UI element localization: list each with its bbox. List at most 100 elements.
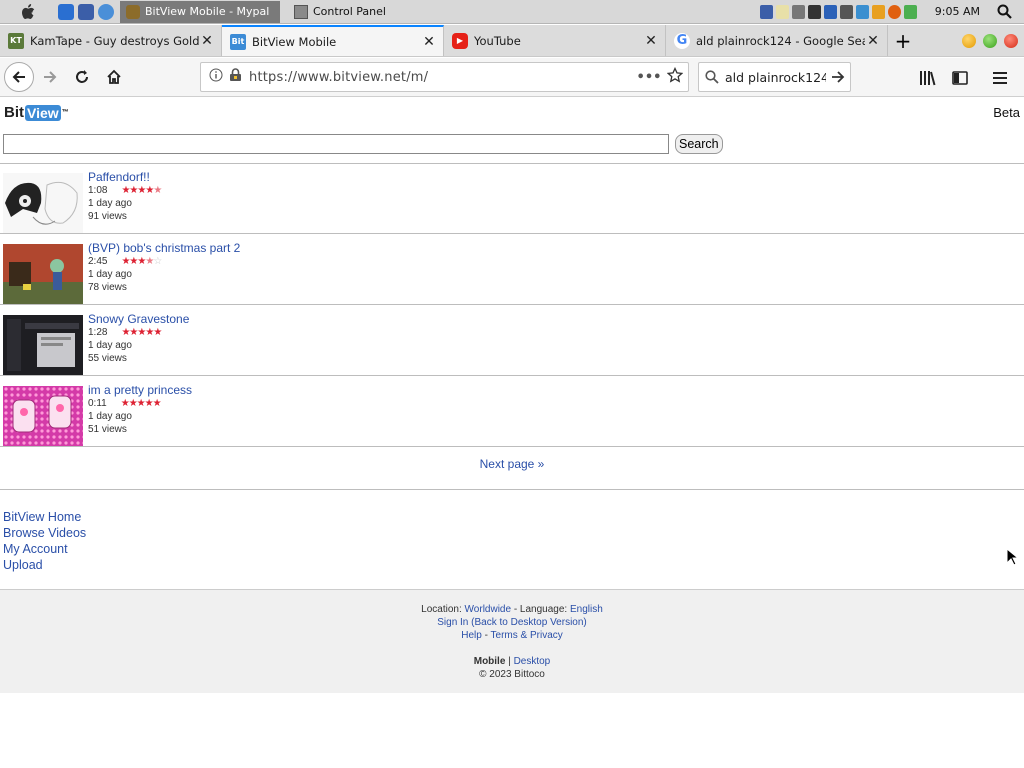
minimize-icon[interactable] bbox=[962, 33, 976, 48]
video-title-link[interactable]: Snowy Gravestone bbox=[88, 312, 189, 326]
search-button[interactable]: Search bbox=[675, 134, 723, 154]
back-icon[interactable] bbox=[4, 62, 34, 92]
list-item: im a pretty princess 0:11 ★★★★★ 1 day ago… bbox=[0, 376, 1024, 447]
video-age: 1 day ago bbox=[88, 269, 132, 280]
footer-location-row: Location: Worldwide - Language: English bbox=[0, 603, 1024, 616]
search-icon[interactable] bbox=[994, 2, 1014, 22]
close-window-icon[interactable] bbox=[1004, 33, 1018, 48]
logo-bit: Bit bbox=[4, 104, 24, 121]
tray-icon[interactable] bbox=[903, 4, 917, 19]
taskbar-item-control-panel[interactable]: Control Panel bbox=[288, 1, 418, 23]
link-bitview-home[interactable]: BitView Home bbox=[3, 509, 86, 525]
language-link[interactable]: English bbox=[570, 604, 603, 615]
forward-icon[interactable] bbox=[34, 61, 66, 93]
url-bar[interactable]: https://www.bitview.net/m/ ••• bbox=[200, 62, 689, 92]
video-duration: 0:11 bbox=[88, 398, 107, 409]
tray-icon[interactable] bbox=[775, 4, 789, 19]
tab-google-search[interactable]: G ald plainrock124 - Google Search ✕ bbox=[666, 25, 888, 56]
close-icon[interactable]: ✕ bbox=[421, 34, 437, 50]
tray-icon[interactable] bbox=[791, 4, 805, 19]
video-title-link[interactable]: Paffendorf!! bbox=[88, 170, 161, 184]
language-label: - Language: bbox=[511, 604, 568, 615]
sign-in-link[interactable]: Sign In (Back to Desktop Version) bbox=[0, 616, 1024, 629]
info-icon[interactable] bbox=[209, 68, 227, 86]
tray-icon[interactable] bbox=[759, 4, 773, 19]
video-title-link[interactable]: im a pretty princess bbox=[88, 383, 192, 397]
library-icon[interactable] bbox=[912, 62, 944, 94]
location-link[interactable]: Worldwide bbox=[465, 604, 512, 615]
tab-title: ald plainrock124 - Google Search bbox=[696, 33, 865, 48]
tab-youtube[interactable]: ▶ YouTube ✕ bbox=[444, 25, 666, 56]
video-search-form: Search bbox=[3, 134, 723, 154]
tab-bitview-mobile[interactable]: Bit BitView Mobile ✕ bbox=[222, 25, 444, 56]
url-text: https://www.bitview.net/m/ bbox=[249, 69, 429, 85]
close-icon[interactable]: ✕ bbox=[865, 33, 881, 49]
video-list: Paffendorf!! 1:08 ★★★★★ 1 day ago 91 view… bbox=[0, 163, 1024, 447]
media-launch-icon[interactable] bbox=[98, 3, 114, 20]
tray-icon[interactable] bbox=[855, 4, 869, 19]
video-search-input[interactable] bbox=[3, 134, 669, 154]
lock-icon[interactable] bbox=[229, 68, 245, 86]
video-meta-row: 2:45 ★★★★☆ bbox=[88, 255, 240, 268]
video-meta-row: 1:28 ★★★★★ bbox=[88, 326, 189, 339]
taskbar-item-bitview[interactable]: BitView Mobile - Mypal bbox=[120, 0, 280, 23]
help-link[interactable]: Help bbox=[461, 630, 482, 641]
video-title-link[interactable]: (BVP) bob's christmas part 2 bbox=[88, 241, 240, 255]
apple-menu-icon[interactable] bbox=[16, 0, 40, 24]
video-age: 1 day ago bbox=[88, 198, 132, 209]
home-icon[interactable] bbox=[98, 61, 130, 93]
video-views: 51 views bbox=[88, 424, 127, 435]
bitview-logo[interactable]: Bit View ™ bbox=[4, 104, 69, 121]
tab-title: KamTape - Guy destroys Golden G bbox=[30, 33, 199, 48]
trademark-mark: ™ bbox=[61, 109, 69, 116]
page-actions-icon[interactable]: ••• bbox=[636, 70, 662, 85]
desktop-version-link[interactable]: Desktop bbox=[514, 656, 551, 667]
close-icon[interactable]: ✕ bbox=[643, 33, 659, 49]
link-browse-videos[interactable]: Browse Videos bbox=[3, 525, 86, 541]
mobile-version-label: Mobile bbox=[473, 656, 506, 667]
rating-stars-icon: ★★★★★ bbox=[121, 327, 162, 338]
tray-icon[interactable] bbox=[887, 4, 901, 19]
new-tab-icon[interactable]: + bbox=[888, 25, 918, 56]
video-thumbnail[interactable] bbox=[3, 386, 83, 446]
tray-icon[interactable] bbox=[839, 4, 853, 19]
video-thumbnail[interactable] bbox=[3, 244, 83, 304]
menu-icon[interactable] bbox=[984, 62, 1016, 94]
video-views: 78 views bbox=[88, 282, 127, 293]
copyright-text: © 2023 Bittoco bbox=[479, 669, 545, 680]
quick-launch bbox=[58, 3, 114, 20]
youtube-favicon-icon: ▶ bbox=[452, 32, 468, 49]
video-thumbnail[interactable] bbox=[3, 315, 83, 375]
link-upload[interactable]: Upload bbox=[3, 557, 86, 573]
video-duration: 2:45 bbox=[88, 256, 108, 267]
footer-version-row: Mobile | Desktop bbox=[473, 656, 551, 667]
video-age: 1 day ago bbox=[88, 411, 132, 422]
bookmark-star-icon[interactable] bbox=[662, 66, 688, 87]
reload-icon[interactable] bbox=[66, 61, 98, 93]
tray-icon[interactable] bbox=[871, 4, 885, 19]
terms-link[interactable]: Terms & Privacy bbox=[491, 630, 563, 641]
video-info: (BVP) bob's christmas part 2 2:45 ★★★★☆ 1… bbox=[88, 241, 240, 294]
tab-kamtape[interactable]: KT KamTape - Guy destroys Golden G ✕ bbox=[0, 25, 222, 56]
logo-view: View bbox=[25, 104, 61, 121]
location-label: Location: bbox=[421, 604, 462, 615]
link-my-account[interactable]: My Account bbox=[3, 541, 86, 557]
kamtape-favicon-icon: KT bbox=[8, 32, 24, 49]
clock[interactable]: 9:05 AM bbox=[935, 5, 980, 18]
maximize-icon[interactable] bbox=[983, 33, 997, 48]
browser-launch-icon[interactable] bbox=[58, 3, 74, 20]
sidebar-icon[interactable] bbox=[944, 62, 976, 94]
tray-icon[interactable] bbox=[823, 4, 837, 19]
bottom-nav-links: BitView Home Browse Videos My Account Up… bbox=[3, 509, 86, 573]
window-launch-icon[interactable] bbox=[78, 3, 94, 20]
rating-stars-icon: ★★★★★ bbox=[120, 398, 162, 409]
next-page-link[interactable]: Next page » bbox=[0, 457, 1024, 471]
video-info: im a pretty princess 0:11 ★★★★★ 1 day ago… bbox=[88, 383, 192, 436]
close-icon[interactable]: ✕ bbox=[199, 33, 215, 49]
browser-toolbar: https://www.bitview.net/m/ ••• ald plain… bbox=[0, 58, 1024, 97]
search-go-icon[interactable] bbox=[826, 70, 850, 84]
video-thumbnail[interactable] bbox=[3, 173, 83, 233]
web-search-field[interactable]: ald plainrock124 bbox=[698, 62, 851, 92]
tray-icon[interactable] bbox=[807, 4, 821, 19]
search-icon bbox=[699, 70, 725, 84]
